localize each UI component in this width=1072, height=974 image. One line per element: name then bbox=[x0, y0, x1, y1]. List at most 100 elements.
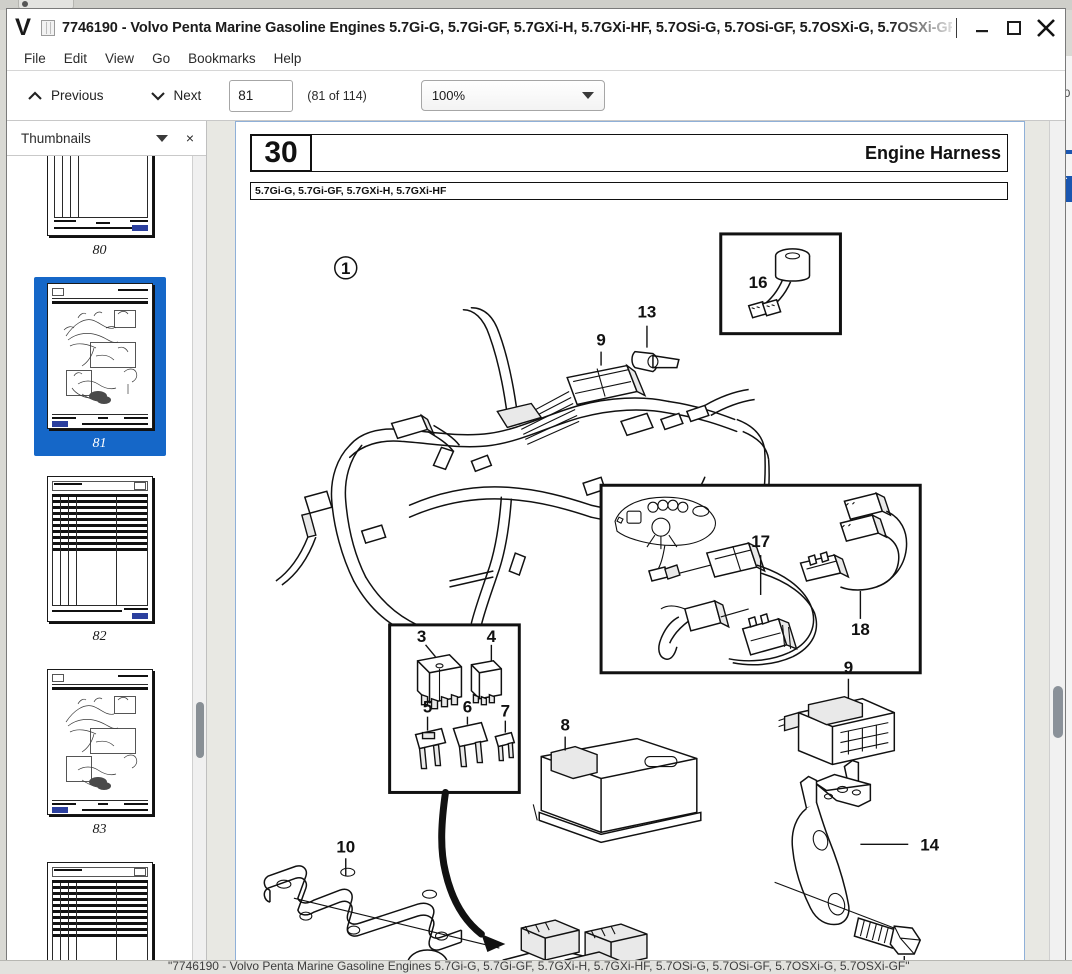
part-8-control-unit: 8 bbox=[532, 716, 702, 844]
thumbnail-preview bbox=[46, 476, 153, 622]
thumbnail-label: 81 bbox=[92, 436, 107, 451]
callout-13-label: 13 bbox=[638, 303, 657, 322]
thumbnail-preview bbox=[46, 283, 153, 429]
zoom-level-select[interactable]: 100% bbox=[420, 80, 605, 111]
sidebar-scrollbar[interactable] bbox=[192, 156, 206, 961]
close-panel-button[interactable]: × bbox=[182, 131, 198, 145]
thumbnail-preview bbox=[46, 156, 153, 236]
thumbnails-scroll-area: 80 81 82 83 bbox=[7, 155, 206, 961]
taskbar-window-label: "7746190 - Volvo Penta Marine Gasoline E… bbox=[168, 960, 910, 973]
part-13-clip: 13 bbox=[631, 303, 680, 373]
callout-7-label: 7 bbox=[501, 702, 510, 721]
zoom-level-value: 100% bbox=[431, 88, 466, 103]
thumbnails-list: 80 81 82 83 bbox=[7, 156, 192, 961]
callout-18-label: 18 bbox=[851, 620, 870, 639]
inset-box-relays-fuses: 3 4 5 6 7 bbox=[388, 623, 521, 794]
document-icon bbox=[41, 19, 56, 36]
menu-item-view[interactable]: View bbox=[96, 49, 143, 68]
part-10-bracket: 10 bbox=[263, 837, 500, 951]
sidebar-scrollbar-thumb[interactable] bbox=[196, 702, 204, 758]
harness-junction bbox=[496, 402, 543, 429]
menu-item-go[interactable]: Go bbox=[143, 49, 179, 68]
viewer-scrollbar[interactable] bbox=[1049, 121, 1065, 961]
menu-item-file[interactable]: File bbox=[15, 49, 55, 68]
callout-1-label: 1 bbox=[341, 259, 350, 278]
document-viewport[interactable]: 30 Engine Harness 5.7Gi-G, 5.7Gi-GF, 5.7… bbox=[207, 121, 1049, 961]
minimize-icon bbox=[976, 29, 988, 32]
part-2-fuse-block: 2 bbox=[502, 919, 648, 961]
previous-page-button[interactable]: Previous bbox=[21, 84, 110, 107]
thumbnail-label: 82 bbox=[92, 629, 107, 644]
callout-16-label: 16 bbox=[749, 273, 768, 292]
page-number-input[interactable] bbox=[229, 79, 294, 112]
next-page-label: Next bbox=[173, 88, 202, 103]
thumbnail-figure-sketch bbox=[65, 697, 137, 790]
menu-item-bookmarks[interactable]: Bookmarks bbox=[179, 49, 265, 68]
menu-item-edit[interactable]: Edit bbox=[55, 49, 96, 68]
background-window-tab-dot bbox=[22, 1, 28, 7]
menu-bar: File Edit View Go Bookmarks Help bbox=[7, 47, 1065, 71]
next-page-button[interactable]: Next bbox=[144, 84, 208, 107]
minimize-button[interactable] bbox=[967, 13, 997, 43]
page-header-row: 30 Engine Harness bbox=[250, 134, 1008, 172]
thumbnail-item-80[interactable]: 80 bbox=[34, 156, 166, 263]
thumbnail-figure-sketch bbox=[63, 311, 137, 404]
part-14-mounting-arm: 14 bbox=[774, 759, 940, 929]
callout-3-label: 3 bbox=[417, 627, 426, 646]
callout-4-label: 4 bbox=[487, 627, 497, 646]
thumbnail-preview bbox=[46, 862, 153, 961]
exploded-parts-diagram: .ln { fill:none; stroke:#111; stroke-wid… bbox=[263, 232, 940, 961]
navigation-toolbar: Previous Next (81 of 114) 100% bbox=[7, 71, 1065, 121]
thumbnail-preview bbox=[46, 669, 153, 815]
thumbnail-label: 80 bbox=[92, 243, 107, 258]
application-window: V 7746190 - Volvo Penta Marine Gasoline … bbox=[6, 8, 1066, 962]
close-button[interactable] bbox=[1031, 13, 1061, 43]
document-viewer: 30 Engine Harness 5.7Gi-G, 5.7Gi-GF, 5.7… bbox=[207, 121, 1065, 961]
callout-6-label: 6 bbox=[463, 698, 472, 717]
thumbnails-panel-header: Thumbnails × bbox=[7, 121, 206, 155]
thumbnails-sidebar: Thumbnails × 80 81 82 83 bbox=[7, 121, 207, 961]
callout-9-bottom-label: 9 bbox=[844, 658, 853, 677]
taskbar[interactable]: "7746190 - Volvo Penta Marine Gasoline E… bbox=[0, 960, 1072, 974]
thumbnail-item-81[interactable]: 81 bbox=[33, 277, 166, 456]
previous-page-label: Previous bbox=[51, 88, 104, 103]
engine-harness-figure: .ln { fill:none; stroke:#111; stroke-wid… bbox=[250, 206, 1008, 961]
maximize-icon bbox=[1007, 20, 1021, 35]
battery-cable bbox=[407, 788, 506, 961]
section-title: Engine Harness bbox=[312, 134, 1008, 172]
model-list-bar: 5.7Gi-G, 5.7Gi-GF, 5.7GXi-H, 5.7GXi-HF bbox=[250, 182, 1008, 200]
thumbnails-panel-title: Thumbnails bbox=[21, 130, 91, 146]
chevron-down-icon bbox=[150, 91, 165, 100]
menu-item-help[interactable]: Help bbox=[265, 49, 311, 68]
callout-5-label: 5 bbox=[423, 698, 432, 717]
thumbnail-label: 83 bbox=[92, 822, 107, 837]
callout-10-label: 10 bbox=[336, 837, 355, 856]
close-icon bbox=[1037, 18, 1055, 37]
application-body: Thumbnails × 80 81 82 83 30 Engine Harne… bbox=[7, 121, 1065, 961]
callout-17-label: 17 bbox=[751, 532, 770, 551]
callout-14-label: 14 bbox=[920, 835, 939, 854]
window-title: 7746190 - Volvo Penta Marine Gasoline En… bbox=[62, 19, 952, 36]
thumbnail-item-82[interactable]: 82 bbox=[34, 470, 166, 649]
connector-9-top bbox=[566, 363, 647, 406]
screen-root: 70 X V 7746190 - Volvo Penta Marine Gaso… bbox=[0, 0, 1072, 974]
chevron-up-icon bbox=[28, 91, 42, 100]
window-controls-separator bbox=[956, 17, 957, 38]
inset-box-16: 16 bbox=[719, 232, 842, 336]
page-count-label: (81 of 114) bbox=[307, 88, 367, 103]
chapter-number: 30 bbox=[250, 134, 312, 172]
thumbnail-item-84[interactable]: 84 bbox=[34, 856, 166, 961]
volvo-logo-icon: V bbox=[15, 13, 32, 41]
window-controls bbox=[952, 13, 1061, 43]
callout-8-label: 8 bbox=[560, 716, 569, 735]
thumbnail-item-83[interactable]: 83 bbox=[34, 663, 166, 842]
chevron-down-icon[interactable] bbox=[155, 134, 168, 142]
part-15-bolt: 15 bbox=[853, 917, 922, 961]
title-bar: V 7746190 - Volvo Penta Marine Gasoline … bbox=[7, 9, 1065, 47]
maximize-button[interactable] bbox=[999, 13, 1029, 43]
chevron-down-icon bbox=[581, 92, 594, 99]
callout-9-top-label: 9 bbox=[596, 331, 605, 350]
inset-box-17-18: 17 18 bbox=[599, 483, 922, 675]
document-page: 30 Engine Harness 5.7Gi-G, 5.7Gi-GF, 5.7… bbox=[235, 121, 1025, 961]
viewer-scrollbar-thumb[interactable] bbox=[1053, 686, 1063, 738]
